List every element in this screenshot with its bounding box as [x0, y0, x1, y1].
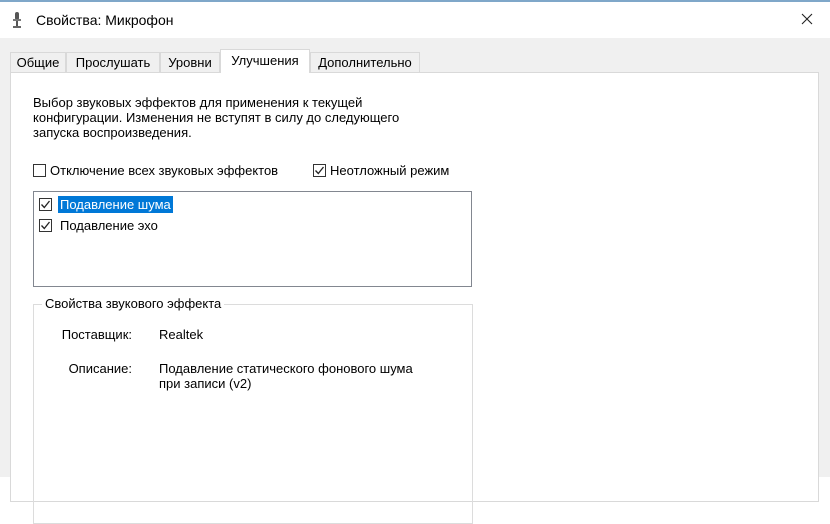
close-button[interactable]	[784, 4, 830, 36]
effect-label: Подавление эхо	[60, 217, 158, 233]
window-title: Свойства: Микрофон	[36, 12, 174, 28]
dialog-body: Общие Прослушать Уровни Улучшения Дополн…	[0, 38, 830, 524]
effect-label: Подавление шума	[58, 195, 173, 213]
checkbox-box[interactable]	[39, 197, 52, 211]
tab-levels[interactable]: Уровни	[160, 52, 220, 72]
checkbox-box[interactable]	[313, 164, 326, 177]
checkmark-icon	[41, 221, 51, 229]
checkbox-box[interactable]	[39, 218, 52, 232]
close-icon	[801, 13, 813, 28]
checkbox-box[interactable]	[33, 164, 46, 177]
disable-all-effects-checkbox[interactable]: Отключение всех звуковых эффектов	[33, 163, 278, 178]
provider-value: Realtek	[159, 327, 204, 342]
checkmark-icon	[41, 200, 51, 208]
group-title: Свойства звукового эффекта	[42, 296, 225, 311]
microphone-icon	[10, 11, 24, 29]
description-value: Подавление статического фонового шума пр…	[159, 361, 413, 391]
description-label: Описание:	[68, 361, 132, 376]
tab-advanced[interactable]: Дополнительно	[310, 52, 420, 72]
effects-list[interactable]: Подавление шума Подавление эхо	[33, 191, 472, 287]
immediate-mode-checkbox[interactable]: Неотложный режим	[313, 163, 449, 178]
tab-listen[interactable]: Прослушать	[66, 52, 160, 72]
list-item-noise-suppression[interactable]: Подавление шума	[39, 195, 173, 213]
disable-all-effects-label: Отключение всех звуковых эффектов	[50, 163, 279, 178]
immediate-mode-label: Неотложный режим	[330, 163, 450, 178]
checkmark-icon	[315, 166, 325, 175]
tab-enhancements[interactable]: Улучшения	[220, 49, 310, 73]
enhancements-description: Выбор звуковых эффектов для применения к…	[33, 95, 400, 140]
enhancements-panel: Выбор звуковых эффектов для применения к…	[10, 72, 819, 524]
tab-general[interactable]: Общие	[10, 52, 66, 72]
list-item-echo-cancellation[interactable]: Подавление эхо	[39, 216, 160, 234]
effect-properties-group: Свойства звукового эффекта Поставщик: Re…	[33, 296, 473, 524]
title-bar[interactable]: Свойства: Микрофон	[0, 2, 830, 38]
provider-label: Поставщик:	[61, 327, 132, 342]
